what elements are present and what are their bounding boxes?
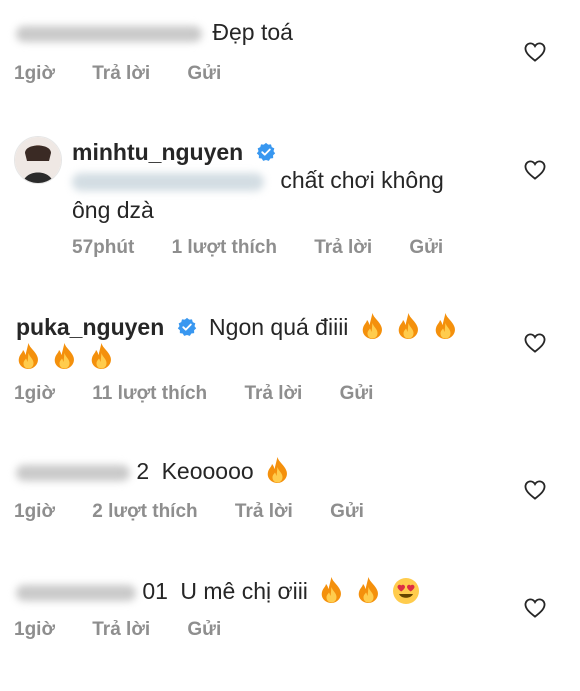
fire-emoji-icon bbox=[52, 342, 77, 370]
reply-button[interactable]: Trả lời bbox=[244, 383, 302, 404]
comment-text: Đẹp toá bbox=[212, 19, 293, 45]
fire-emoji-icon bbox=[319, 576, 344, 604]
like-heart-icon[interactable] bbox=[524, 333, 546, 353]
comment-text-row: Đẹp toá bbox=[16, 18, 293, 46]
comment-text-row-2: ông dzà bbox=[72, 196, 154, 224]
heart-eyes-emoji-icon bbox=[392, 577, 420, 605]
comment-meta: 1giờ 11 lượt thích Trả lời Gửi bbox=[14, 382, 405, 406]
fire-emoji-icon bbox=[89, 342, 114, 370]
avatar-image bbox=[15, 137, 61, 183]
comment-text-row: chất chơi không bbox=[72, 166, 444, 194]
like-count[interactable]: 11 lượt thích bbox=[92, 383, 207, 404]
blurred-mention bbox=[72, 172, 264, 191]
avatar[interactable] bbox=[14, 136, 62, 184]
verified-badge-icon bbox=[177, 317, 197, 337]
comment-time: 1giờ bbox=[14, 383, 55, 404]
like-count[interactable]: 2 lượt thích bbox=[92, 501, 197, 522]
send-button[interactable]: Gửi bbox=[187, 63, 221, 84]
blurred-username bbox=[16, 584, 136, 601]
comment-time: 57phút bbox=[72, 237, 135, 258]
comment-meta: 1giờ Trả lời Gửi bbox=[14, 618, 253, 642]
comment-text-row: 01 U mê chị ơiii bbox=[16, 576, 420, 605]
fire-emoji-icon bbox=[433, 312, 458, 340]
send-button[interactable]: Gửi bbox=[187, 619, 221, 640]
fire-emoji-icon bbox=[16, 342, 41, 370]
blurred-username bbox=[16, 25, 202, 42]
comment-text: Ngon quá điiii bbox=[209, 314, 349, 340]
fire-emoji-icon bbox=[396, 312, 421, 340]
fire-emoji-icon bbox=[265, 456, 290, 484]
comment-time: 1giờ bbox=[14, 63, 55, 84]
reply-button[interactable]: Trả lời bbox=[92, 619, 150, 640]
comment-text: U mê chị ơiii bbox=[180, 578, 308, 604]
comment-text: Keooooo bbox=[161, 458, 254, 484]
like-count[interactable]: 1 lượt thích bbox=[172, 237, 277, 258]
like-heart-icon[interactable] bbox=[524, 480, 546, 500]
comment-text-row: puka_nguyen Ngon quá điiii bbox=[16, 312, 458, 341]
blurred-username bbox=[16, 464, 130, 481]
send-button[interactable]: Gửi bbox=[409, 237, 443, 258]
comment-meta: 1giờ Trả lời Gửi bbox=[14, 62, 253, 86]
comment-meta: 57phút 1 lượt thích Trả lời Gửi bbox=[72, 236, 475, 260]
username[interactable]: puka_nguyen bbox=[16, 314, 164, 340]
reply-button[interactable]: Trả lời bbox=[314, 237, 372, 258]
username[interactable]: minhtu_nguyen bbox=[72, 139, 243, 165]
comment-meta: 1giờ 2 lượt thích Trả lời Gửi bbox=[14, 500, 396, 524]
comment-emoji-row bbox=[11, 342, 114, 371]
comment-text: ông dzà bbox=[72, 197, 154, 223]
fire-emoji-icon bbox=[356, 576, 381, 604]
reply-button[interactable]: Trả lời bbox=[235, 501, 293, 522]
like-heart-icon[interactable] bbox=[524, 160, 546, 180]
like-heart-icon[interactable] bbox=[524, 42, 546, 62]
comment-text-row: 2 Keooooo bbox=[16, 456, 290, 485]
reply-button[interactable]: Trả lời bbox=[92, 63, 150, 84]
comment-time: 1giờ bbox=[14, 619, 55, 640]
comment-text: chất chơi không bbox=[280, 167, 444, 193]
send-button[interactable]: Gửi bbox=[330, 501, 364, 522]
username-suffix[interactable]: 2 bbox=[136, 458, 149, 484]
send-button[interactable]: Gửi bbox=[340, 383, 374, 404]
verified-badge-icon bbox=[256, 142, 276, 162]
like-heart-icon[interactable] bbox=[524, 598, 546, 618]
fire-emoji-icon bbox=[360, 312, 385, 340]
comment-username-row: minhtu_nguyen bbox=[72, 138, 276, 166]
comment-time: 1giờ bbox=[14, 501, 55, 522]
username-suffix[interactable]: 01 bbox=[142, 578, 168, 604]
